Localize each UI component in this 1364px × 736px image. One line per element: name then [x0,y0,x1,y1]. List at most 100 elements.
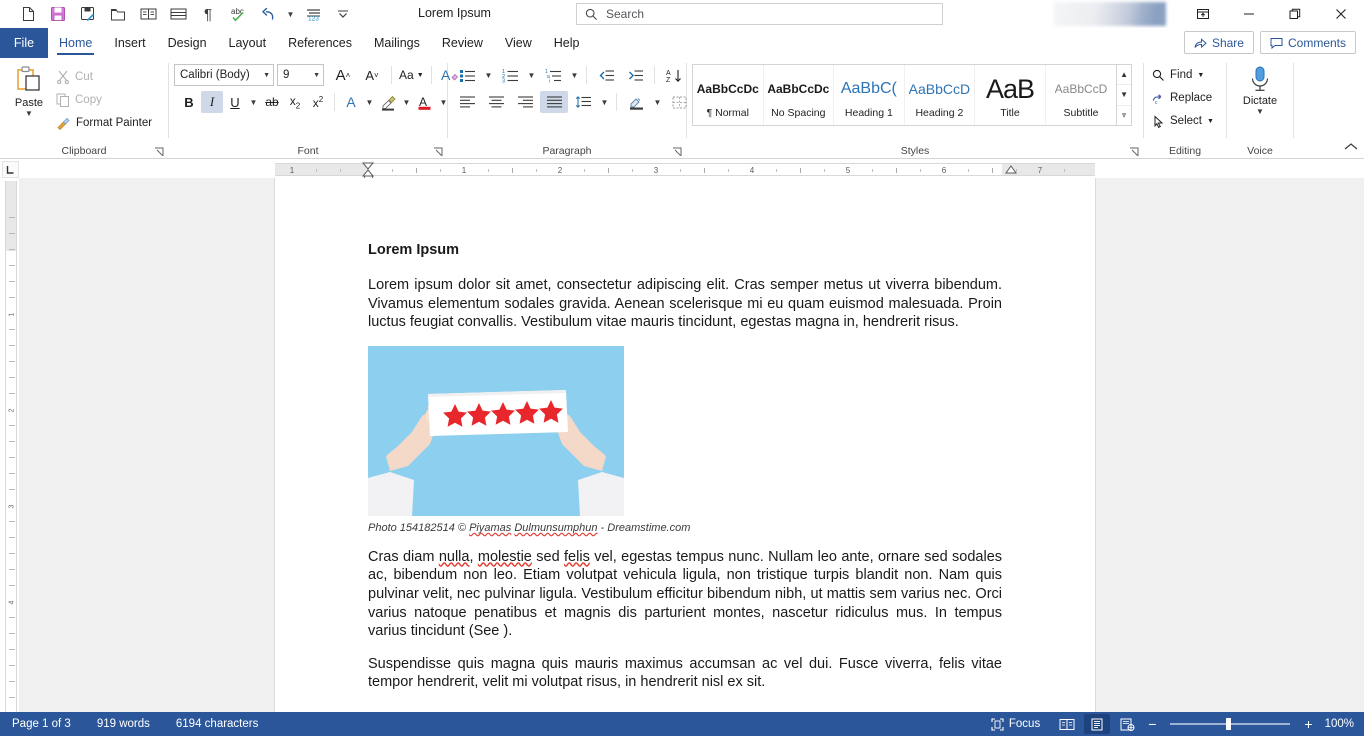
text-effects-button[interactable]: A [340,91,362,113]
numbering-button[interactable]: 123 [299,2,327,26]
pilcrow-icon[interactable]: ¶ [194,2,222,26]
font-color-button[interactable]: A [414,91,436,113]
open-folder-button[interactable] [104,2,132,26]
ribbon-display-options-button[interactable] [1180,0,1226,28]
justify-button[interactable] [540,91,568,113]
zoom-slider[interactable] [1170,718,1291,730]
read-mode-view-button[interactable] [1054,714,1080,734]
paste-chevron-down-icon[interactable]: ▼ [25,109,33,118]
collapse-ribbon-button[interactable] [1344,142,1358,155]
print-layout-button[interactable] [164,2,192,26]
tab-mailings[interactable]: Mailings [363,28,431,57]
numbering-chevron-down-icon[interactable]: ▼ [525,64,538,86]
restore-button[interactable] [1272,0,1318,28]
tab-file[interactable]: File [0,28,48,58]
bullets-button[interactable] [453,64,481,86]
italic-button[interactable]: I [201,91,223,113]
undo-button[interactable] [254,2,282,26]
font-dialog-launcher[interactable] [432,146,444,158]
dictate-chevron-down-icon[interactable]: ▼ [1256,107,1264,116]
superscript-button[interactable]: x2 [307,91,329,113]
align-left-button[interactable] [453,91,481,113]
styles-scroll-up-button[interactable]: ▲ [1117,65,1131,86]
tab-design[interactable]: Design [157,28,218,57]
read-mode-button[interactable] [134,2,162,26]
bold-button[interactable]: B [178,91,200,113]
increase-indent-button[interactable] [621,64,649,86]
zoom-out-button[interactable]: − [1144,716,1160,732]
page-indicator[interactable]: Page 1 of 3 [8,716,75,732]
search-box[interactable]: Search [576,3,943,25]
spelling-check-icon[interactable]: abc [224,2,252,26]
text-highlight-color-button[interactable] [377,91,399,113]
font-size-combo[interactable]: 9 ▼ [277,64,324,86]
tab-view[interactable]: View [494,28,543,57]
zoom-level[interactable]: 100% [1321,716,1358,732]
font-family-combo[interactable]: Calibri (Body) ▼ [174,64,274,86]
underline-button[interactable]: U [224,91,246,113]
zoom-in-button[interactable]: + [1300,716,1316,732]
document-page[interactable]: Lorem Ipsum Lorem ipsum dolor sit amet, … [275,178,1095,712]
subscript-button[interactable]: x2 [284,91,306,113]
five-star-rating-photo[interactable] [368,345,624,516]
horizontal-ruler[interactable]: 1 1 2 3 4 5 6 7 [19,159,1364,181]
multilevel-chevron-down-icon[interactable]: ▼ [568,64,581,86]
styles-more-button[interactable]: ⩔ [1117,106,1131,125]
save-as-button[interactable] [74,2,102,26]
style-title[interactable]: AaB Title [975,65,1046,125]
style-normal[interactable]: AaBbCcDc ¶ Normal [693,65,764,125]
grow-font-button[interactable]: A ˄ [329,64,357,86]
tab-references[interactable]: References [277,28,363,57]
comments-button[interactable]: Comments [1259,31,1356,54]
tab-layout[interactable]: Layout [218,28,278,57]
bullets-chevron-down-icon[interactable]: ▼ [482,64,495,86]
new-document-button[interactable] [14,2,42,26]
align-center-button[interactable] [482,91,510,113]
copy-button[interactable]: Copy [53,89,157,111]
style-heading-2[interactable]: AaBbCcD Heading 2 [905,65,976,125]
focus-mode-button[interactable]: Focus [987,716,1044,733]
underline-chevron-down-icon[interactable]: ▼ [247,91,260,113]
tab-insert[interactable]: Insert [103,28,156,57]
format-painter-button[interactable]: Format Painter [53,112,157,134]
dictate-button[interactable]: Dictate ▼ [1233,62,1287,116]
select-chevron-down-icon[interactable]: ▼ [1207,118,1214,125]
zoom-slider-thumb[interactable] [1226,718,1232,730]
change-case-button[interactable]: Aa ▼ [397,64,426,86]
replace-button[interactable]: bc Replace [1149,87,1219,109]
shading-button[interactable] [622,91,650,113]
strikethrough-button[interactable]: ab [261,91,283,113]
align-right-button[interactable] [511,91,539,113]
font-size-chevron-down-icon[interactable]: ▼ [313,72,320,79]
highlight-chevron-down-icon[interactable]: ▼ [400,91,413,113]
line-spacing-chevron-down-icon[interactable]: ▼ [598,91,611,113]
clipboard-dialog-launcher[interactable] [153,146,165,158]
web-layout-view-button[interactable] [1114,714,1140,734]
customize-quick-access-toolbar-button[interactable] [329,2,357,26]
vertical-ruler[interactable]: 1 2 3 4 [0,159,19,712]
tab-help[interactable]: Help [543,28,591,57]
decrease-indent-button[interactable] [592,64,620,86]
close-button[interactable] [1318,0,1364,28]
style-heading-1[interactable]: AaBbC( Heading 1 [834,65,905,125]
shrink-font-button[interactable]: A ˅ [358,64,386,86]
paste-button[interactable]: Paste ▼ [5,62,53,118]
font-family-chevron-down-icon[interactable]: ▼ [263,72,270,79]
tab-stop-selector-button[interactable] [2,161,19,178]
style-no-spacing[interactable]: AaBbCcDc No Spacing [764,65,835,125]
paragraph-dialog-launcher[interactable] [671,146,683,158]
tab-review[interactable]: Review [431,28,494,57]
undo-dropdown-chevron-down-icon[interactable]: ▼ [284,3,297,25]
document-canvas[interactable]: Lorem Ipsum Lorem ipsum dolor sit amet, … [19,178,1364,712]
print-layout-view-button[interactable] [1084,714,1111,734]
right-indent-marker[interactable] [1005,165,1017,175]
find-chevron-down-icon[interactable]: ▼ [1197,72,1204,79]
text-effects-chevron-down-icon[interactable]: ▼ [363,91,376,113]
find-button[interactable]: Find ▼ [1149,64,1219,86]
multilevel-list-button[interactable]: 1ai [539,64,567,86]
character-count[interactable]: 6194 characters [172,716,262,732]
select-button[interactable]: Select ▼ [1149,110,1219,132]
styles-scroll-down-button[interactable]: ▼ [1117,85,1131,106]
word-count[interactable]: 919 words [93,716,154,732]
shading-chevron-down-icon[interactable]: ▼ [651,91,664,113]
